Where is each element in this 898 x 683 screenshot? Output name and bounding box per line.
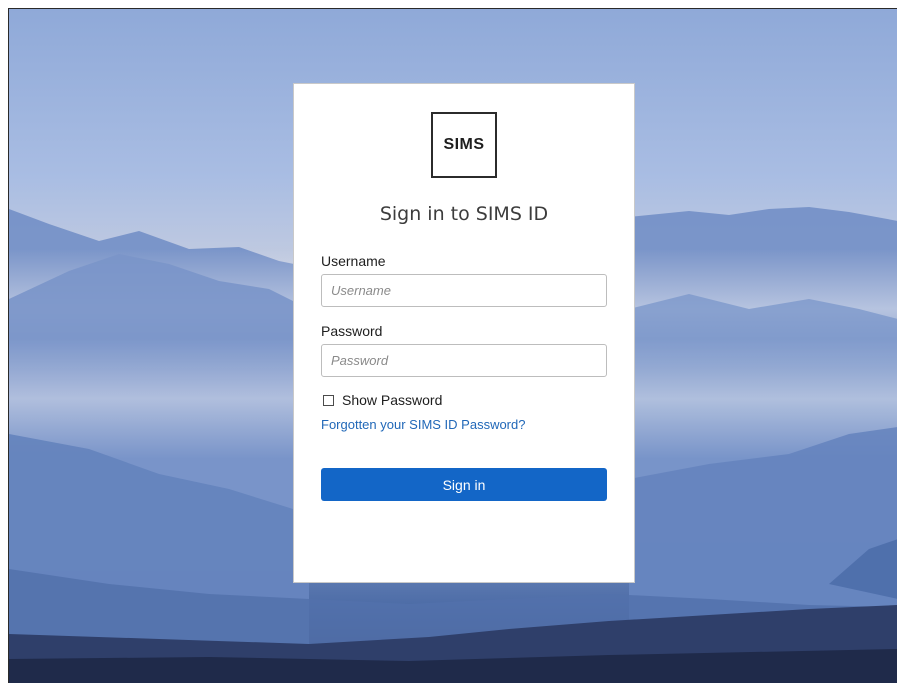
password-input[interactable] <box>321 344 607 377</box>
username-label: Username <box>321 253 386 269</box>
password-label: Password <box>321 323 383 339</box>
sign-in-button[interactable]: Sign in <box>321 468 607 501</box>
page-title: Sign in to SIMS ID <box>379 203 549 225</box>
show-password-toggle[interactable]: Show Password <box>323 392 442 408</box>
forgot-password-link[interactable]: Forgotten your SIMS ID Password? <box>321 417 525 432</box>
show-password-checkbox[interactable] <box>323 394 334 406</box>
username-input[interactable] <box>321 274 607 307</box>
sims-logo: SIMS <box>431 112 497 178</box>
login-page-background: SIMS Sign in to SIMS ID Username Passwor… <box>8 8 897 683</box>
show-password-label: Show Password <box>342 392 443 408</box>
login-card: SIMS Sign in to SIMS ID Username Passwor… <box>293 83 635 583</box>
